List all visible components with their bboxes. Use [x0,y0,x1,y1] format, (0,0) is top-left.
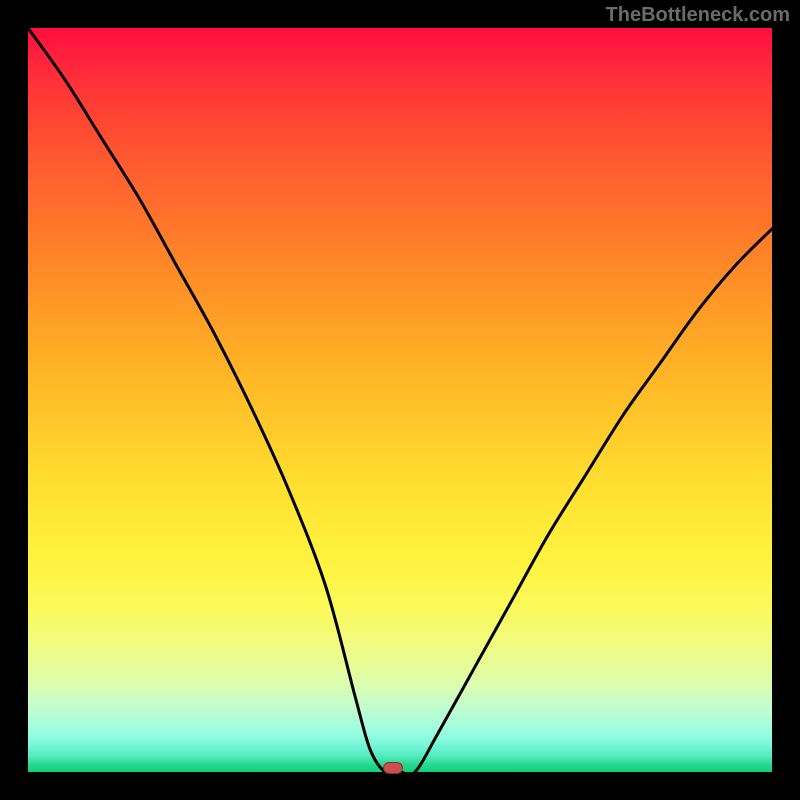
chart-frame: TheBottleneck.com [0,0,800,800]
optimum-marker [383,762,403,774]
watermark-text: TheBottleneck.com [606,4,790,27]
bottleneck-curve [28,28,772,772]
plot-area [28,28,772,772]
